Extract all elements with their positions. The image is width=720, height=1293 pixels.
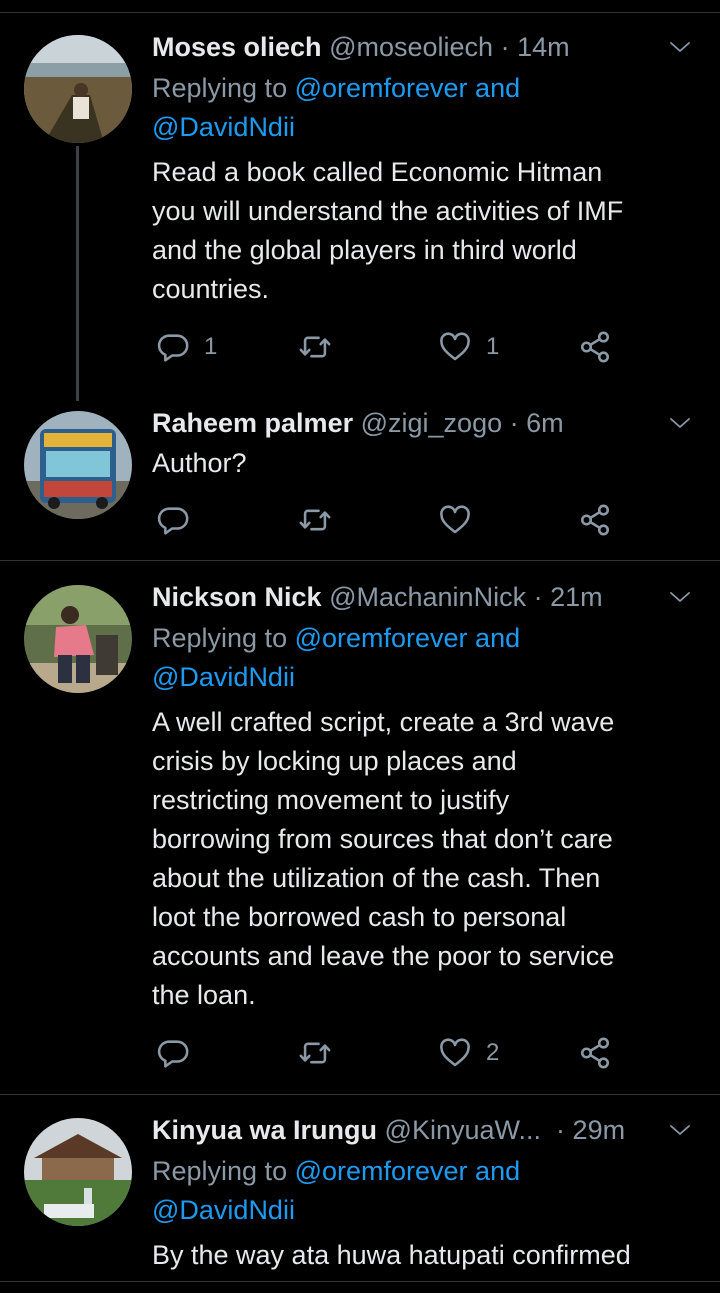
mention-link[interactable]: @oremforever and bbox=[295, 623, 521, 653]
separator-dot: · bbox=[500, 32, 510, 62]
share-icon bbox=[578, 503, 612, 537]
mention-link[interactable]: @DavidNdii bbox=[152, 662, 295, 692]
thread-line bbox=[76, 146, 79, 401]
retweet-icon bbox=[298, 330, 332, 364]
tweet-time[interactable]: 14m bbox=[517, 32, 570, 62]
mention-link[interactable]: @DavidNdii bbox=[152, 112, 295, 142]
top-divider bbox=[0, 12, 720, 13]
reply-button[interactable]: 1 bbox=[156, 327, 217, 367]
text-line: Author? bbox=[152, 448, 247, 478]
text-line: restricting movement to justify bbox=[152, 785, 510, 815]
replying-to-cont: @DavidNdii bbox=[152, 108, 295, 147]
replying-to-cont: @DavidNdii bbox=[152, 1191, 295, 1230]
chevron-down-icon[interactable] bbox=[668, 585, 692, 609]
separator-dot: · bbox=[509, 408, 519, 438]
like-icon bbox=[438, 330, 472, 364]
reply-count: 1 bbox=[204, 333, 218, 360]
text-line: loot the borrowed cash to personal bbox=[152, 902, 567, 932]
user-handle[interactable]: @KinyuaW... bbox=[385, 1115, 541, 1145]
share-button[interactable] bbox=[578, 327, 612, 367]
avatar[interactable] bbox=[24, 1118, 132, 1226]
tweet-header: Raheem palmer @zigi_zogo · 6m bbox=[152, 406, 650, 440]
separator-dot: · bbox=[548, 1115, 566, 1145]
like-icon bbox=[438, 1036, 472, 1070]
replying-to: Replying to @oremforever and bbox=[152, 619, 520, 658]
retweet-button[interactable] bbox=[298, 500, 346, 540]
separator-dot: · bbox=[533, 582, 543, 612]
replying-prefix: Replying to bbox=[152, 623, 295, 653]
like-button[interactable]: 2 bbox=[438, 1033, 499, 1073]
replying-prefix: Replying to bbox=[152, 73, 295, 103]
like-button[interactable]: 1 bbox=[438, 327, 499, 367]
reply-icon bbox=[156, 503, 190, 537]
replying-to: Replying to @oremforever and bbox=[152, 1152, 520, 1191]
tweet-actions: 1 1 bbox=[152, 327, 622, 367]
tweet-header: Kinyua wa Irungu @KinyuaW... · 29m bbox=[152, 1113, 650, 1147]
text-line: you will understand the activities of IM… bbox=[152, 196, 624, 226]
text-line: the loan. bbox=[152, 980, 256, 1010]
chevron-down-icon[interactable] bbox=[668, 411, 692, 435]
text-line: accounts and leave the poor to service bbox=[152, 941, 615, 971]
replying-to-cont: @DavidNdii bbox=[152, 658, 295, 697]
tweet-text: Read a book called Economic Hitman you w… bbox=[152, 153, 692, 309]
text-line: borrowing from sources that don’t care bbox=[152, 824, 613, 854]
chevron-down-icon[interactable] bbox=[668, 1118, 692, 1142]
tweet-header: Moses oliech @moseoliech · 14m bbox=[152, 30, 650, 64]
tweet-time[interactable]: 29m bbox=[573, 1115, 626, 1145]
text-line: countries. bbox=[152, 274, 270, 304]
reply-icon bbox=[156, 330, 190, 364]
share-icon bbox=[578, 1036, 612, 1070]
like-icon bbox=[438, 503, 472, 537]
retweet-icon bbox=[298, 1036, 332, 1070]
avatar[interactable] bbox=[24, 35, 132, 143]
user-name[interactable]: Nickson Nick bbox=[152, 582, 322, 612]
tweet-divider bbox=[0, 560, 720, 561]
share-button[interactable] bbox=[578, 500, 612, 540]
retweet-icon bbox=[298, 503, 332, 537]
chevron-down-icon[interactable] bbox=[668, 35, 692, 59]
like-count: 2 bbox=[486, 1039, 500, 1066]
text-line: about the utilization of the cash. Then bbox=[152, 863, 601, 893]
tweet-header: Nickson Nick @MachaninNick · 21m bbox=[152, 580, 650, 614]
tweet-actions: 2 bbox=[152, 1033, 622, 1073]
tweet-text: Author? bbox=[152, 444, 692, 483]
text-line: A well crafted script, create a 3rd wave bbox=[152, 707, 615, 737]
tweet-actions bbox=[152, 500, 622, 540]
mention-link[interactable]: @oremforever and bbox=[295, 73, 521, 103]
tweet-divider bbox=[0, 1094, 720, 1095]
reply-button[interactable] bbox=[156, 1033, 204, 1073]
tweet-time[interactable]: 21m bbox=[550, 582, 603, 612]
mention-link[interactable]: @oremforever and bbox=[295, 1156, 521, 1186]
tweet-text: A well crafted script, create a 3rd wave… bbox=[152, 703, 692, 1015]
tweet-time[interactable]: 6m bbox=[526, 408, 564, 438]
text-line: By the way ata huwa hatupati confirmed bbox=[152, 1240, 631, 1270]
retweet-button[interactable] bbox=[298, 327, 346, 367]
reply-icon bbox=[156, 1036, 190, 1070]
bottom-divider bbox=[0, 1281, 720, 1282]
user-name[interactable]: Moses oliech bbox=[152, 32, 322, 62]
mention-link[interactable]: @DavidNdii bbox=[152, 1195, 295, 1225]
user-handle[interactable]: @zigi_zogo bbox=[361, 408, 503, 438]
like-count: 1 bbox=[486, 333, 500, 360]
user-name[interactable]: Kinyua wa Irungu bbox=[152, 1115, 377, 1145]
share-icon bbox=[578, 330, 612, 364]
user-handle[interactable]: @MachaninNick bbox=[329, 582, 526, 612]
text-line: and the global players in third world bbox=[152, 235, 577, 265]
share-button[interactable] bbox=[578, 1033, 612, 1073]
like-button[interactable] bbox=[438, 500, 486, 540]
reply-button[interactable] bbox=[156, 500, 204, 540]
avatar[interactable] bbox=[24, 411, 132, 519]
tweet-text: By the way ata huwa hatupati confirmed bbox=[152, 1236, 692, 1275]
replying-prefix: Replying to bbox=[152, 1156, 295, 1186]
replying-to: Replying to @oremforever and bbox=[152, 69, 520, 108]
avatar[interactable] bbox=[24, 585, 132, 693]
user-handle[interactable]: @moseoliech bbox=[329, 32, 493, 62]
retweet-button[interactable] bbox=[298, 1033, 346, 1073]
text-line: Read a book called Economic Hitman bbox=[152, 157, 603, 187]
text-line: crisis by locking up places and bbox=[152, 746, 517, 776]
user-name[interactable]: Raheem palmer bbox=[152, 408, 353, 438]
